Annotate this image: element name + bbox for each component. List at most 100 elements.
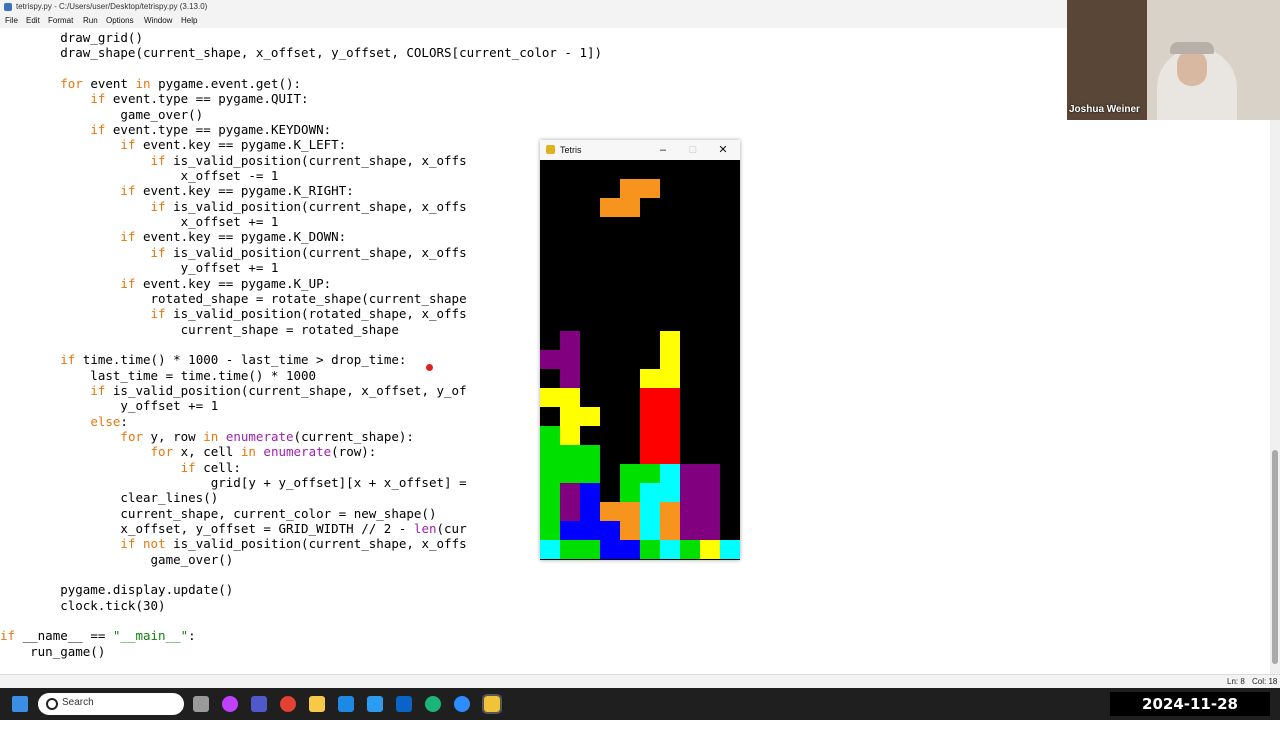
code-token: grid[y + y_offset][x + x_offset] = [0, 474, 467, 490]
code-token: run_game() [0, 643, 106, 659]
taskbar-search[interactable]: Search [38, 693, 184, 715]
code-token: event.key == pygame.K_LEFT: [135, 137, 347, 153]
code-token-kw: for [120, 428, 143, 444]
code-line[interactable]: x_offset, y_offset = GRID_WIDTH // 2 - l… [0, 521, 602, 536]
code-token-kw: if [90, 91, 106, 107]
code-line[interactable]: if event.key == pygame.K_LEFT: [0, 137, 602, 152]
code-line[interactable]: grid[y + y_offset][x + x_offset] = [0, 475, 602, 490]
tetris-window[interactable]: Tetris – □ ✕ [540, 140, 740, 560]
code-token: (current_shape): [293, 428, 414, 444]
code-line[interactable]: current_shape = rotated_shape [0, 322, 602, 337]
code-text[interactable]: draw_grid() draw_shape(current_shape, x_… [0, 30, 602, 659]
app-icon[interactable] [338, 696, 354, 712]
teams-icon[interactable] [251, 696, 267, 712]
code-line[interactable]: if is_valid_position(current_shape, x_of… [0, 245, 602, 260]
file-explorer-icon[interactable] [309, 696, 325, 712]
code-token: __name__ == [15, 628, 113, 644]
minimize-button[interactable]: – [648, 140, 678, 160]
tetris-title-bar[interactable]: Tetris – □ ✕ [540, 140, 740, 160]
code-line[interactable]: game_over() [0, 552, 602, 567]
python-idle-icon[interactable] [482, 694, 502, 714]
code-line[interactable]: if event.type == pygame.KEYDOWN: [0, 122, 602, 137]
code-token: is_valid_position(current_shape, x_offs [165, 536, 467, 552]
windows-start-icon[interactable] [12, 696, 28, 712]
column-number-status: Col: 18 [1252, 677, 1278, 686]
code-token: current_shape, current_color = new_shape… [0, 505, 437, 521]
edge-icon[interactable] [425, 696, 441, 712]
tetris-cell [680, 521, 700, 540]
maximize-button[interactable]: □ [678, 140, 708, 160]
menu-help[interactable]: Help [181, 14, 197, 28]
code-line[interactable]: if time.time() * 1000 - last_time > drop… [0, 352, 602, 367]
task-view-icon[interactable] [193, 696, 209, 712]
tetris-cell [660, 388, 680, 407]
code-line[interactable]: if event.key == pygame.K_RIGHT: [0, 183, 602, 198]
chrome-icon[interactable] [280, 696, 296, 712]
tetris-board[interactable] [540, 160, 740, 560]
code-line[interactable]: if is_valid_position(current_shape, x_of… [0, 153, 602, 168]
code-line[interactable]: run_game() [0, 644, 602, 659]
code-line[interactable] [0, 61, 602, 76]
code-line[interactable]: if event.key == pygame.K_UP: [0, 276, 602, 291]
code-line[interactable]: last_time = time.time() * 1000 [0, 368, 602, 383]
taskbar-clock[interactable]: 2024-11-28 13:02:32 [1110, 692, 1270, 737]
code-line[interactable]: for x, cell in enumerate(row): [0, 444, 602, 459]
code-line[interactable]: y_offset += 1 [0, 260, 602, 275]
tetris-cell [620, 483, 640, 502]
mail-icon[interactable] [396, 696, 412, 712]
code-line[interactable]: rotated_shape = rotate_shape(current_sha… [0, 291, 602, 306]
code-line[interactable]: x_offset += 1 [0, 214, 602, 229]
code-line[interactable]: else: [0, 414, 602, 429]
scrollbar-thumb[interactable] [1272, 450, 1278, 664]
menu-window[interactable]: Window [144, 14, 172, 28]
code-line[interactable]: if cell: [0, 460, 602, 475]
zoom-icon[interactable] [454, 696, 470, 712]
menu-run[interactable]: Run [83, 14, 98, 28]
tetris-cell [700, 540, 720, 559]
code-line[interactable] [0, 567, 602, 582]
code-line[interactable]: current_shape, current_color = new_shape… [0, 506, 602, 521]
menu-edit[interactable]: Edit [26, 14, 40, 28]
tetris-cell [640, 407, 660, 426]
code-line[interactable]: if is_valid_position(current_shape, x_of… [0, 383, 602, 398]
tetris-cell [540, 521, 560, 540]
code-token: : [120, 413, 128, 429]
copilot-icon[interactable] [222, 696, 238, 712]
code-line[interactable]: if not is_valid_position(current_shape, … [0, 536, 602, 551]
code-token: (row): [331, 444, 377, 460]
close-button[interactable]: ✕ [708, 140, 738, 160]
code-token: cell: [195, 459, 241, 475]
tetris-window-title: Tetris [560, 145, 582, 155]
tetris-cell [580, 407, 600, 426]
store-icon[interactable] [367, 696, 383, 712]
menu-format[interactable]: Format [48, 14, 73, 28]
code-line[interactable]: if event.type == pygame.QUIT: [0, 91, 602, 106]
code-line[interactable]: if is_valid_position(current_shape, x_of… [0, 199, 602, 214]
menu-options[interactable]: Options [106, 14, 134, 28]
code-line[interactable]: pygame.display.update() [0, 582, 602, 597]
code-line[interactable]: clock.tick(30) [0, 598, 602, 613]
code-line[interactable]: if event.key == pygame.K_DOWN: [0, 229, 602, 244]
menu-file[interactable]: File [5, 14, 18, 28]
code-line[interactable] [0, 613, 602, 628]
code-line[interactable]: for y, row in enumerate(current_shape): [0, 429, 602, 444]
code-token: pygame.event.get(): [150, 76, 302, 92]
tetris-cell [640, 483, 660, 502]
code-line[interactable]: for event in pygame.event.get(): [0, 76, 602, 91]
code-token: x_offset -= 1 [0, 168, 279, 184]
tetris-cell [660, 369, 680, 388]
tetris-cell [560, 502, 580, 521]
tetris-cell [540, 483, 560, 502]
code-line[interactable]: y_offset += 1 [0, 398, 602, 413]
code-line[interactable]: draw_shape(current_shape, x_offset, y_of… [0, 45, 602, 60]
code-line[interactable]: clear_lines() [0, 490, 602, 505]
code-line[interactable]: if __name__ == "__main__": [0, 628, 602, 643]
code-line[interactable]: x_offset -= 1 [0, 168, 602, 183]
code-line[interactable]: draw_grid() [0, 30, 602, 45]
code-token-kw: for [60, 76, 83, 92]
code-line[interactable]: game_over() [0, 107, 602, 122]
code-line[interactable]: if is_valid_position(rotated_shape, x_of… [0, 306, 602, 321]
code-line[interactable] [0, 337, 602, 352]
